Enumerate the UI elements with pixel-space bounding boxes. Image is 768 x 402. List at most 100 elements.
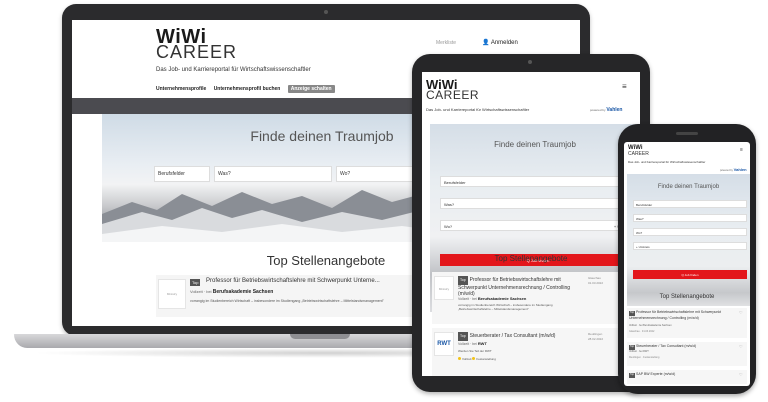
phone-top-jobs-heading: Top Stellenangebote: [659, 294, 715, 300]
tablet: WiWi CAREER ≡ Das Job- und Karriereporta…: [412, 54, 650, 392]
chip-dot-icon: [458, 357, 461, 360]
phone-category-label: Berufsfelder: [636, 203, 653, 207]
phone-find-job-button[interactable]: Q Job finden: [633, 270, 747, 279]
bookmark-heart-icon[interactable]: ♡: [739, 344, 743, 349]
tablet-job-title[interactable]: Top Steuerberater / Tax Consultant (m/w/d…: [458, 332, 578, 341]
tablet-hero-title: Finde deinen Traumjob: [494, 140, 576, 149]
tablet-where-input[interactable]: Wo?+ Umkreis: [440, 220, 636, 231]
phone-radius-label: + Umkreis: [636, 245, 650, 249]
phone-job-company: Vollzeit · bei Berufsakademie Sachsen: [629, 324, 672, 327]
phone-tagline: Das Job- und Karriereportal für Wirtscha…: [628, 160, 706, 164]
tablet-job-description: Werden Sie Teil der RWT: [458, 349, 492, 353]
bookmark-heart-icon[interactable]: ♡: [739, 310, 743, 315]
tablet-job-description: vorrangig im Studienbereich Wirtschaft –…: [458, 303, 553, 311]
phone-vahlen-logo[interactable]: Vahlen: [734, 167, 747, 172]
phone-screen: WiWi CAREER ≡ Das Job- und Karriereporta…: [624, 142, 750, 386]
category-select-label: Berufsfelder: [158, 171, 185, 177]
job-date: 28.02.2022: [588, 337, 604, 341]
tablet-job-meta: Reutlingen 28.02.2022: [588, 332, 603, 342]
job-date: 01.03.2022: [588, 281, 604, 285]
phone-speaker: [676, 132, 698, 135]
what-input[interactable]: Was?: [214, 166, 332, 182]
phone-where-label: Wo?: [636, 231, 643, 235]
laptop-camera: [324, 10, 328, 14]
phone-logo-career[interactable]: CAREER: [628, 151, 649, 157]
where-input-label: Wo?: [340, 171, 351, 177]
tablet-top-jobs-heading: Top Stellenangebote: [494, 254, 568, 263]
bookmark-heart-icon[interactable]: ♡: [739, 372, 743, 377]
tablet-what-label: Was?: [444, 202, 455, 207]
phone-hero-banner: Finde deinen Traumjob Berufsfelder Was? …: [627, 174, 750, 306]
laptop-notch: [290, 334, 350, 339]
nav-book-company-profile[interactable]: Unternehmensprofil buchen: [214, 86, 281, 92]
phone-powered-by-label: powered by: [720, 169, 733, 172]
tablet-job-title[interactable]: Top Professor für Betriebswirtschaftslehr…: [458, 276, 578, 298]
phone-job-title-text: Steuerberater / Tax Consultant (m/w/d): [636, 344, 697, 348]
chip-permanent: Festanstellung: [476, 357, 496, 361]
job-type: Vollzeit · bei: [190, 289, 212, 294]
tablet-what-input[interactable]: Was?: [440, 198, 636, 209]
phone-what-input[interactable]: Was?: [633, 214, 747, 222]
tablet-camera: [528, 60, 532, 64]
phone-where-input[interactable]: Wo?: [633, 228, 747, 236]
tablet-job-card[interactable]: Ministry Top Professor für Betriebswirtsc…: [432, 272, 640, 324]
tablet-job-company-line: Vollzeit · bei RWT: [458, 341, 487, 346]
category-select[interactable]: Berufsfelder: [154, 166, 210, 182]
tablet-job-title-text: Steuerberater / Tax Consultant (m/w/d): [469, 333, 556, 339]
phone-job-title[interactable]: Top Steuerberater / Tax Consultant (m/w/d…: [629, 344, 737, 350]
phone-category-select[interactable]: Berufsfelder: [633, 200, 747, 208]
login-label: Anmelden: [490, 40, 518, 46]
main-nav: Unternehmensprofile Unternehmensprofil b…: [156, 85, 341, 93]
top-badge: Top: [458, 332, 468, 341]
tablet-job-chips: Vollzeit Festanstellung: [458, 357, 496, 361]
phone-hero-title: Finde deinen Traumjob: [657, 184, 720, 190]
phone-job-meta: Reutlingen · Festanstellung: [629, 356, 660, 359]
tablet-tagline: Das Job- und Karriereportal für Wirtscha…: [426, 107, 530, 112]
phone-job-card[interactable]: Top Professor für Betriebswirtschaftslehr…: [627, 308, 747, 338]
tablet-job-meta: Glauchau 01.03.2022: [588, 276, 603, 286]
phone-job-title-text: Professor für Betriebswirtschaftslehre m…: [629, 310, 722, 320]
job-title-link[interactable]: Professor für Betriebswirtschaftslehre m…: [206, 278, 380, 284]
site-tagline: Das Job- und Karriereportal für Wirtscha…: [156, 67, 311, 73]
watchlist-link[interactable]: Merkliste: [436, 40, 456, 46]
what-input-label: Was?: [218, 171, 231, 177]
company-name[interactable]: Berufsakademie Sachsen: [213, 289, 274, 295]
user-icon: 👤: [482, 40, 491, 46]
company-name[interactable]: Berufsakademie Sachsen: [478, 296, 526, 301]
job-type: Vollzeit · bei: [458, 342, 477, 346]
login-link[interactable]: 👤 Anmelden: [482, 39, 518, 46]
phone-job-title[interactable]: Top Professor für Betriebswirtschaftslehr…: [629, 310, 737, 320]
tablet-where-label: Wo?: [444, 224, 453, 229]
device-mockup-stage: WiWi CAREER Das Job- und Karriereportal …: [0, 0, 768, 402]
nav-company-profiles[interactable]: Unternehmensprofile: [156, 86, 206, 92]
phone-job-title-text: SAP BW Experte (m/w/d): [636, 372, 676, 376]
tablet-company-logo: RWT: [434, 332, 454, 356]
hamburger-menu-icon[interactable]: ≡: [622, 82, 627, 91]
phone-job-card[interactable]: Top Steuerberater / Tax Consultant (m/w/d…: [627, 342, 747, 366]
phone-radius-select[interactable]: + Umkreis: [633, 242, 747, 250]
top-badge: Top: [190, 279, 201, 286]
phone-what-label: Was?: [636, 217, 644, 221]
phone-job-title[interactable]: Top SAP BW Experte (m/w/d): [629, 372, 737, 378]
job-type: Vollzeit · bei: [458, 297, 477, 301]
tablet-job-title-text: Professor für Betriebswirtschaftslehre m…: [458, 277, 571, 297]
smartphone: WiWi CAREER ≡ Das Job- und Karriereporta…: [618, 124, 756, 394]
company-name[interactable]: RWT: [478, 341, 487, 346]
top-badge: Top: [458, 276, 468, 285]
vahlen-logo[interactable]: Vahlen: [606, 107, 622, 113]
tablet-category-label: Berufsfelder: [444, 180, 466, 185]
top-badge: Top: [629, 373, 636, 378]
chip-fulltime: Vollzeit: [462, 357, 472, 361]
nav-post-job-button[interactable]: Anzeige schalten: [287, 85, 335, 93]
phone-job-card[interactable]: Top SAP BW Experte (m/w/d) ♡: [627, 370, 747, 384]
tablet-category-select[interactable]: Berufsfelder: [440, 176, 636, 187]
powered-by-label: powered by: [590, 108, 606, 112]
phone-hamburger-menu-icon[interactable]: ≡: [740, 147, 743, 153]
job-company-line: Vollzeit · bei Berufsakademie Sachsen: [190, 289, 273, 295]
tablet-job-card[interactable]: RWT Top Steuerberater / Tax Consultant (m…: [432, 328, 640, 376]
logo-career[interactable]: CAREER: [156, 42, 237, 63]
powered-by: powered by Vahlen: [590, 107, 622, 113]
where-input[interactable]: Wo?: [336, 166, 414, 182]
phone-job-company: Vollzeit · bei RWT: [629, 350, 649, 353]
tablet-logo-career[interactable]: CAREER: [426, 88, 479, 102]
